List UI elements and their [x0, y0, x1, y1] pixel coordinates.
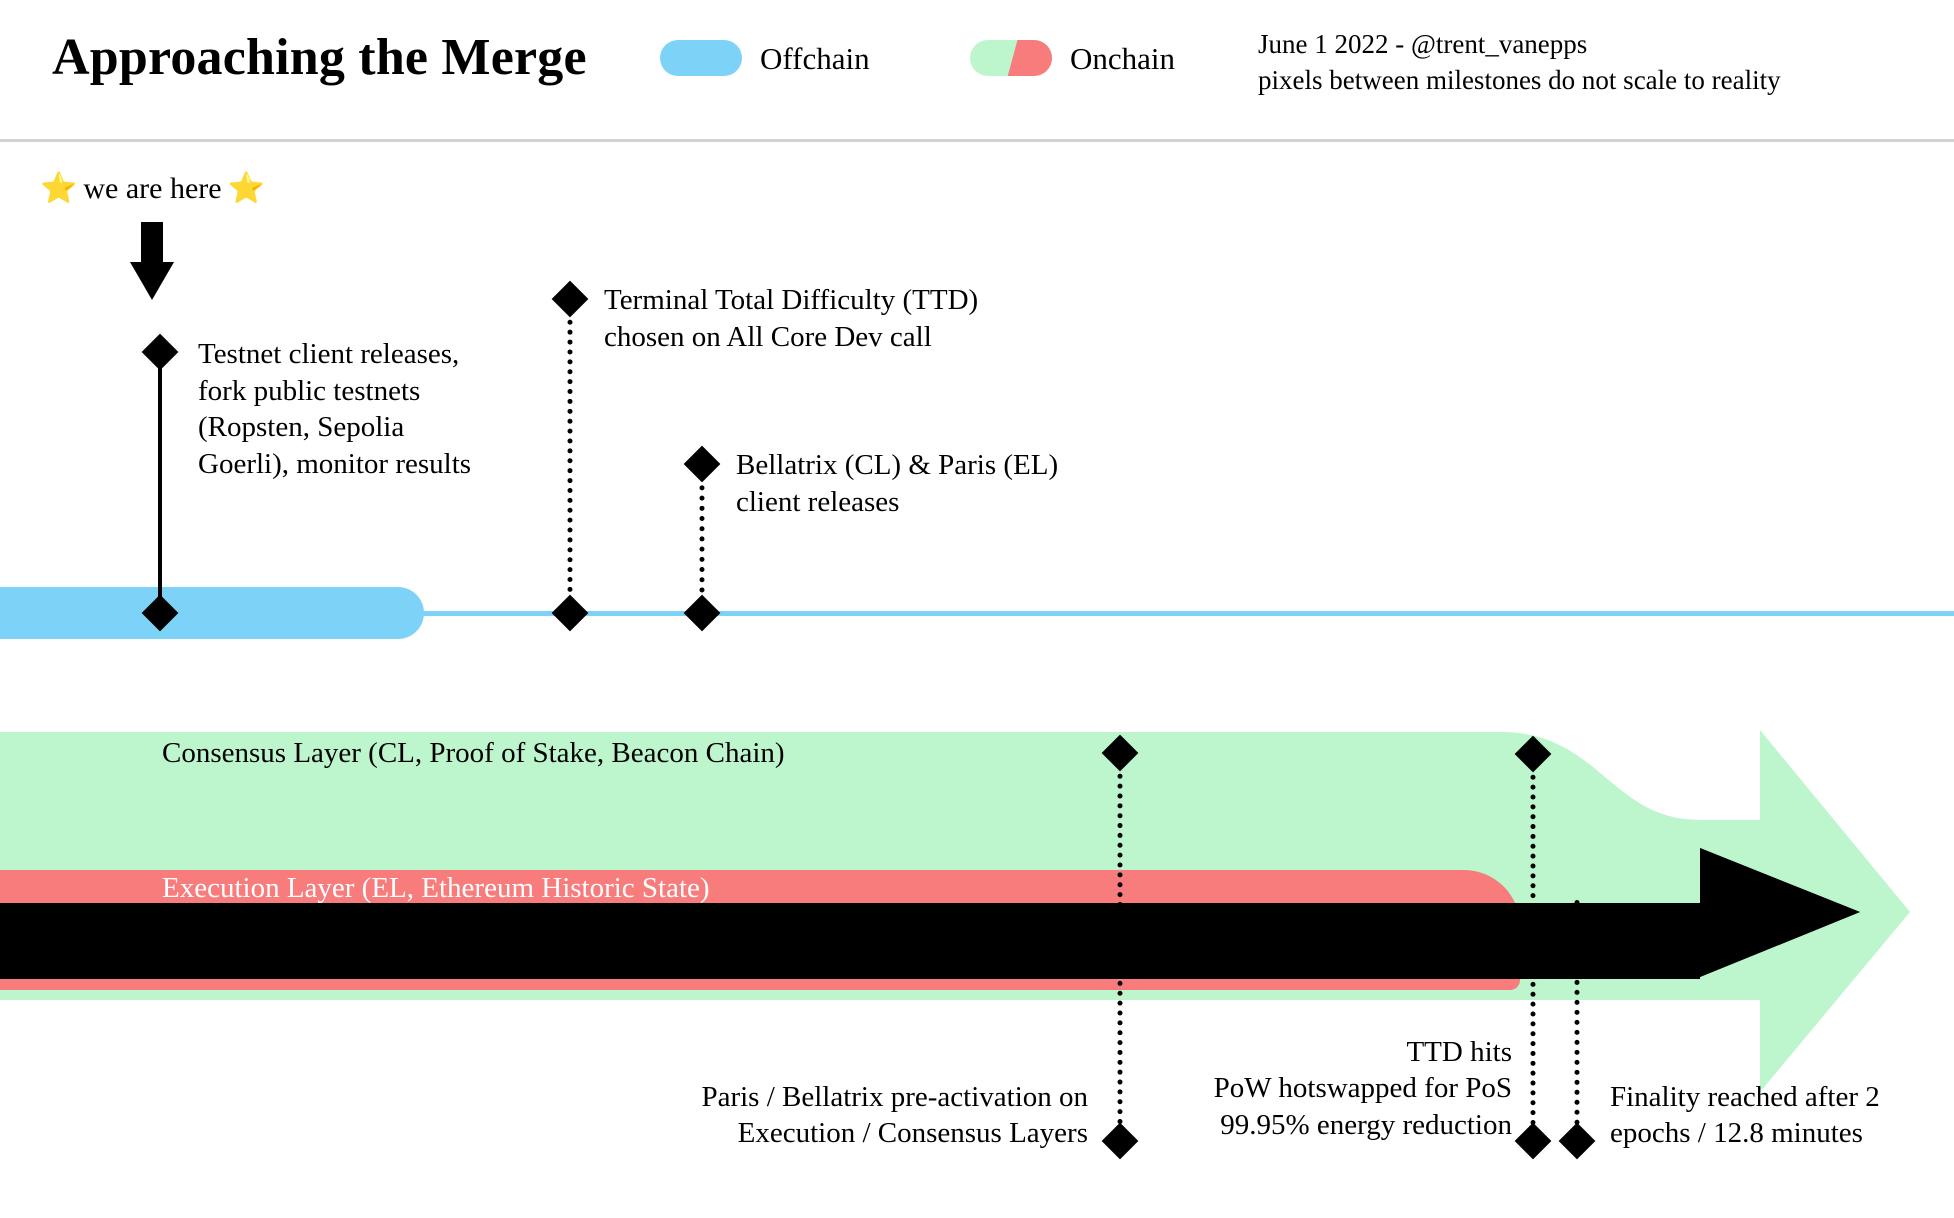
diamond-bellatrix-paris-top[interactable] [683, 445, 721, 483]
line: Terminal Total Difficulty (TTD) [604, 284, 979, 316]
legend-label-offchain: Offchain [760, 40, 870, 76]
line: PoW hotswapped for PoS [1213, 1072, 1512, 1105]
meta-block: June 1 2022 - @trent_vanepps pixels betw… [1258, 26, 1781, 99]
line: 99.95% energy reduction [1220, 1108, 1512, 1141]
stem-terminal-total-difficulty [567, 300, 573, 612]
legend-item-offchain: Offchain [660, 40, 870, 76]
legend-label-onchain: Onchain [1070, 40, 1176, 76]
label-pre-activation: Paris / Bellatrix pre-activation on Exec… [701, 1079, 1088, 1152]
header: Approaching the Merge Offchain Onchain J… [0, 0, 1954, 142]
label-terminal-total-difficulty: Terminal Total Difficulty (TTD) chosen o… [604, 282, 978, 355]
line: epochs / 12.8 minutes [1610, 1117, 1863, 1150]
diamond-terminal-total-difficulty-bottom[interactable] [551, 594, 589, 632]
label-testnet-client-releases: Testnet client releases, fork public tes… [198, 336, 471, 482]
line: Paris / Bellatrix pre-activation on [701, 1081, 1088, 1113]
line: fork public testnets [198, 374, 421, 407]
down-arrow-icon [130, 222, 174, 300]
page-title: Approaching the Merge [52, 29, 587, 86]
lane-label-consensus-layer: Consensus Layer (CL, Proof of Stake, Bea… [162, 737, 785, 769]
label-bellatrix-paris-client-releases: Bellatrix (CL) & Paris (EL) client relea… [736, 447, 1058, 520]
star-icon-left: ⭐ [40, 172, 78, 205]
stem-bellatrix-paris-client-releases [699, 465, 705, 613]
stem-testnet-client-releases [158, 352, 162, 614]
line: Execution / Consensus Layers [737, 1117, 1088, 1150]
label-finality-reached: Finality reached after 2 epochs / 12.8 m… [1610, 1079, 1880, 1152]
diamond-pre-activation-bottom[interactable] [1101, 1122, 1139, 1160]
stem-finality-reached [1574, 900, 1580, 1155]
line: Finality reached after 2 [1610, 1081, 1880, 1113]
we-are-here-marker: ⭐ we are here ⭐ [40, 172, 265, 206]
header-divider [0, 139, 1954, 142]
onchain-swatch-icon [970, 40, 1052, 76]
line: Goerli), monitor results [198, 447, 472, 480]
label-ttd-hits: TTD hits PoW hotswapped for PoS 99.95% e… [1214, 1034, 1512, 1143]
diamond-ttd-hits-bottom[interactable] [1514, 1122, 1552, 1160]
line: client releases [736, 485, 900, 518]
star-icon-right: ⭐ [227, 172, 265, 205]
lane-label-proof-of-work: Proof of Work [162, 927, 329, 959]
diamond-testnet-client-releases-top[interactable] [141, 333, 179, 371]
legend-item-onchain: Onchain [970, 40, 1175, 76]
meta-date-author: June 1 2022 - @trent_vanepps [1258, 29, 1588, 59]
line: Bellatrix (CL) & Paris (EL) [736, 449, 1059, 481]
stem-ttd-hits [1530, 755, 1536, 1155]
diamond-finality-reached[interactable] [1558, 1122, 1596, 1160]
lane-label-execution-layer: Execution Layer (EL, Ethereum Historic S… [162, 872, 710, 904]
offchain-bar [0, 587, 424, 639]
line: chosen on All Core Dev call [604, 320, 932, 353]
line: (Ropsten, Sepolia [198, 411, 405, 444]
meta-scale-note: pixels between milestones do not scale t… [1258, 65, 1781, 96]
line: TTD hits [1406, 1036, 1512, 1068]
we-are-here-label: we are here [83, 172, 222, 205]
diamond-bellatrix-paris-bottom[interactable] [683, 594, 721, 632]
line: Testnet client releases, [198, 338, 460, 370]
diamond-terminal-total-difficulty-top[interactable] [551, 280, 589, 318]
offchain-swatch-icon [660, 40, 742, 76]
stem-pre-activation [1117, 754, 1123, 1154]
diagram-canvas: Approaching the Merge Offchain Onchain J… [0, 0, 1954, 1218]
